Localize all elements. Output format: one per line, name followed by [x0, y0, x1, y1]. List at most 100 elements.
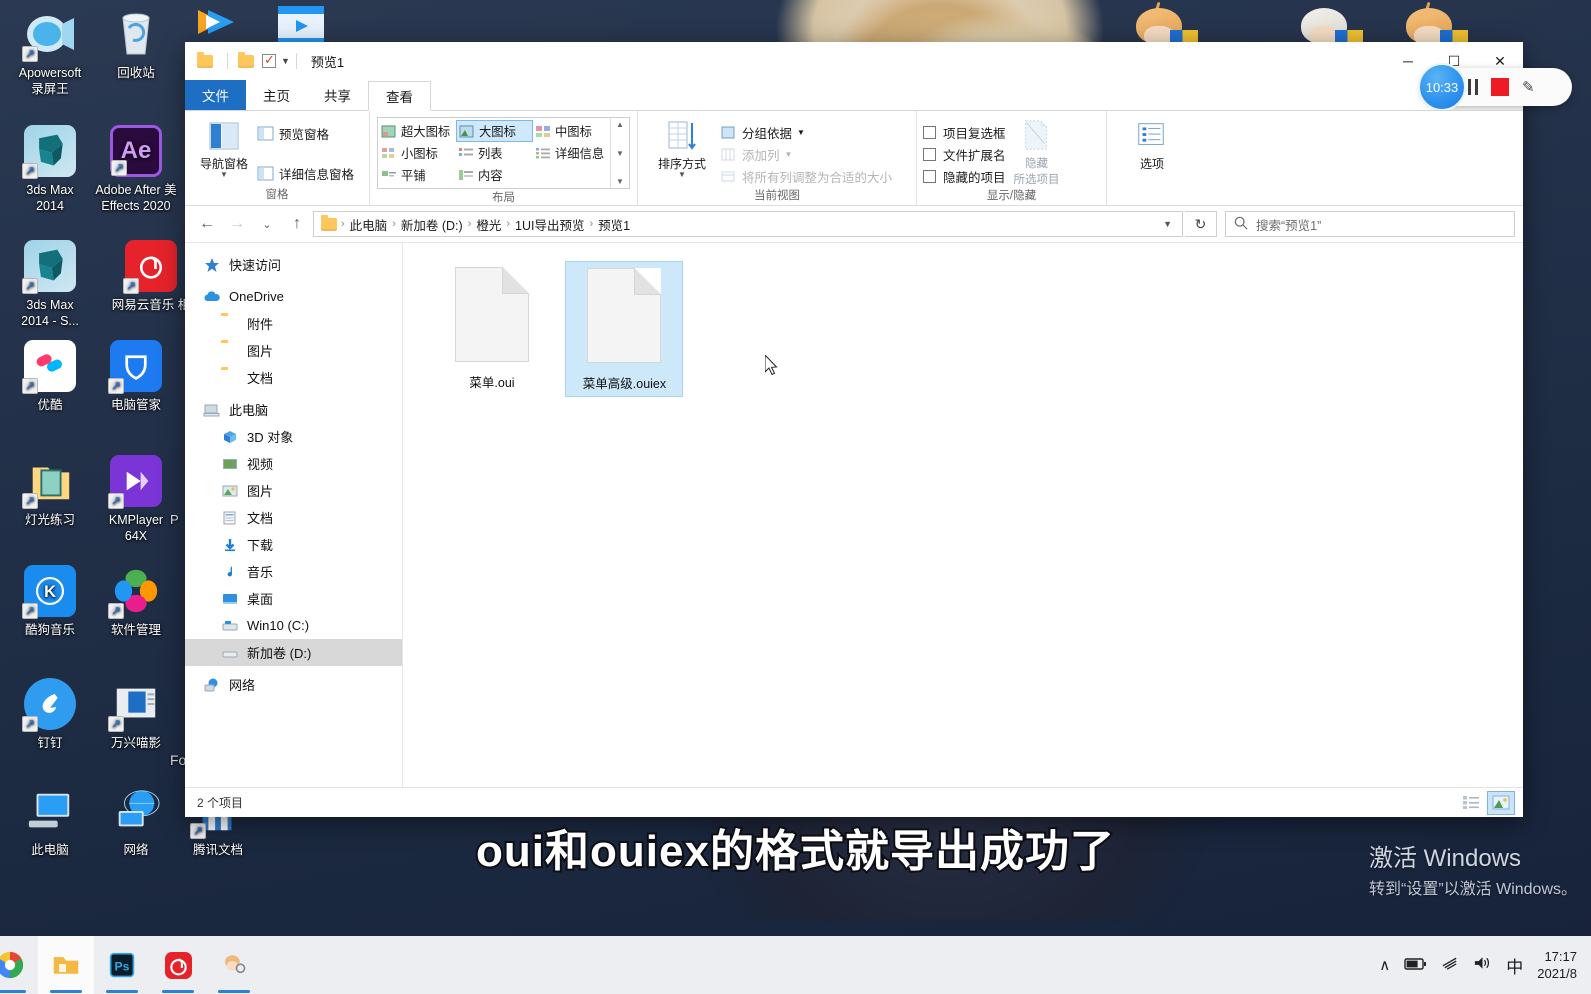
tab-share[interactable]: 共享: [307, 80, 368, 110]
desktop-icon-kugou[interactable]: K 酷狗音乐: [0, 565, 100, 638]
taskbar-chibi-app[interactable]: [206, 936, 262, 994]
tab-file[interactable]: 文件: [185, 80, 246, 110]
sort-by-button[interactable]: 排序方式 ▼: [644, 117, 720, 179]
gallery-item-medium-icons[interactable]: 中图标: [533, 120, 610, 142]
checkbox-icon[interactable]: [923, 125, 936, 139]
tab-view[interactable]: 查看: [368, 81, 431, 111]
breadcrumb-preview1[interactable]: 预览1: [594, 215, 634, 234]
gallery-expand-icon[interactable]: ▼: [616, 177, 624, 186]
up-button[interactable]: ↑: [283, 210, 311, 238]
file-item[interactable]: 菜单.oui: [433, 261, 551, 395]
chevron-down-icon[interactable]: ▼: [281, 56, 290, 66]
desktop-icon-recycle-bin[interactable]: 回收站: [86, 8, 186, 81]
tab-home[interactable]: 主页: [246, 80, 307, 110]
gallery-item-details[interactable]: 详细信息: [533, 142, 610, 164]
screen-recorder-overlay[interactable]: 10:33 ✎: [1418, 63, 1572, 111]
file-extensions-option[interactable]: 文件扩展名: [923, 143, 1006, 165]
pause-icon[interactable]: [1468, 79, 1478, 95]
desktop-icon-software-manager[interactable]: 软件管理: [86, 565, 186, 638]
youku-icon: [22, 340, 76, 394]
recent-locations-button[interactable]: ⌄: [253, 210, 281, 238]
sidebar-item-network[interactable]: 网络: [185, 671, 402, 698]
preview-pane-button[interactable]: 预览窗格: [257, 122, 354, 144]
scroll-up-icon[interactable]: ▲: [616, 120, 624, 129]
checkbox-icon[interactable]: [923, 147, 936, 161]
navigation-pane-button[interactable]: 导航窗格 ▼: [191, 117, 257, 179]
details-pane-button[interactable]: 详细信息窗格: [257, 162, 354, 184]
sidebar-item-documents-onedrive[interactable]: 文档: [185, 364, 402, 391]
desktop-icon-kmplayer[interactable]: KMPlayer 64X: [86, 455, 186, 544]
details-view-button[interactable]: [1457, 791, 1485, 815]
sidebar-item-new-volume-d[interactable]: 新加卷 (D:): [185, 639, 402, 666]
desktop-icon-filmora[interactable]: 万兴喵影: [86, 678, 186, 751]
item-checkboxes-option[interactable]: 项目复选框: [923, 121, 1006, 143]
scroll-down-icon[interactable]: ▼: [616, 149, 624, 158]
chevron-down-icon[interactable]: ▼: [1157, 219, 1178, 229]
breadcrumb-ui-export[interactable]: 1UI导出预览: [511, 215, 588, 234]
sidebar-item-this-pc[interactable]: 此电脑: [185, 396, 402, 423]
desktop-icon-lighting-practice[interactable]: 灯光练习: [0, 455, 100, 528]
desktop-icon-pc-manager[interactable]: 电脑管家: [86, 340, 186, 413]
sidebar-item-3d-objects[interactable]: 3D 对象: [185, 423, 402, 450]
options-button[interactable]: 选项: [1119, 117, 1185, 172]
hidden-items-option[interactable]: 隐藏的项目: [923, 165, 1006, 187]
taskbar-clock[interactable]: 17:17 2021/8: [1537, 948, 1577, 982]
sidebar-item-desktop[interactable]: 桌面: [185, 585, 402, 612]
breadcrumb-this-pc[interactable]: 此电脑: [346, 215, 392, 234]
search-input[interactable]: 搜索“预览1”: [1256, 215, 1321, 234]
taskbar-chrome[interactable]: [0, 936, 38, 994]
large-icons-view-button[interactable]: [1487, 790, 1515, 815]
add-column-icon: [720, 147, 737, 162]
taskbar-file-explorer[interactable]: [38, 936, 94, 994]
file-list-area[interactable]: 菜单.oui 菜单高级.ouiex: [403, 243, 1523, 787]
desktop-icon-dingtalk[interactable]: 钉钉: [0, 678, 100, 751]
breadcrumb-drive-d[interactable]: 新加卷 (D:): [397, 215, 467, 234]
gallery-scrollbar[interactable]: ▲ ▼ ▼: [610, 118, 629, 188]
file-item[interactable]: 菜单高级.ouiex: [565, 261, 684, 397]
pencil-icon[interactable]: ✎: [1522, 78, 1535, 96]
properties-checkbox-icon[interactable]: [262, 52, 276, 68]
sidebar-item-music[interactable]: 音乐: [185, 558, 402, 585]
taskbar-photoshop[interactable]: Ps: [94, 936, 150, 994]
layout-gallery[interactable]: 超大图标 小图标 平铺 大图标 列表 内容 中图标 详细信息 ▲ ▼ ▼: [377, 117, 630, 189]
gallery-item-extra-large-icons[interactable]: 超大图标: [379, 120, 456, 142]
sidebar-item-videos[interactable]: 视频: [185, 450, 402, 477]
sidebar-item-win10-c[interactable]: Win10 (C:): [185, 612, 402, 639]
breadcrumb-chengguang[interactable]: 橙光: [472, 215, 505, 234]
stop-icon[interactable]: [1491, 78, 1509, 96]
desktop-icon-after-effects[interactable]: Ae Adobe After 美 Effects 2020: [86, 125, 186, 214]
drive-icon: [221, 618, 239, 634]
sidebar-item-onedrive[interactable]: OneDrive: [185, 283, 402, 310]
new-folder-icon[interactable]: [238, 51, 258, 71]
show-hidden-icons-button[interactable]: ∧: [1379, 956, 1390, 974]
battery-icon[interactable]: [1404, 957, 1427, 974]
desktop-icon-youku[interactable]: 优酷: [0, 340, 100, 413]
wifi-icon[interactable]: [1440, 955, 1459, 975]
checkbox-icon[interactable]: [923, 169, 936, 183]
chevron-down-icon[interactable]: ▼: [797, 128, 805, 137]
taskbar-netease-music[interactable]: [150, 936, 206, 994]
sidebar-item-pictures-onedrive[interactable]: 图片: [185, 337, 402, 364]
gallery-item-large-icons[interactable]: 大图标: [456, 120, 533, 142]
gallery-item-small-icons[interactable]: 小图标: [379, 142, 456, 164]
desktop-icon-3dsmax-shortcut[interactable]: 3ds Max 2014 - S...: [0, 240, 100, 329]
search-box[interactable]: 搜索“预览1”: [1225, 211, 1515, 237]
sidebar-item-attachments[interactable]: 附件: [185, 310, 402, 337]
back-button[interactable]: ←: [193, 210, 221, 238]
ime-indicator[interactable]: 中: [1506, 953, 1523, 978]
sidebar-item-documents[interactable]: 文档: [185, 504, 402, 531]
group-by-button[interactable]: 分组依据 ▼: [720, 121, 892, 143]
volume-icon[interactable]: [1473, 955, 1492, 975]
sidebar-item-pictures[interactable]: 图片: [185, 477, 402, 504]
desktop-icon-3dsmax-2014[interactable]: 3ds Max 2014: [0, 125, 100, 214]
folder-icon[interactable]: [197, 51, 217, 71]
refresh-button[interactable]: ↻: [1185, 211, 1217, 237]
desktop-icon-apowersoft[interactable]: Apowersoft 录屏王: [0, 8, 100, 97]
address-breadcrumb-bar[interactable]: › 此电脑 › 新加卷 (D:) › 橙光 › 1UI导出预览 › 预览1 ▼: [313, 211, 1183, 237]
gallery-item-tiles[interactable]: 平铺: [379, 164, 456, 186]
system-tray: ∧ 中 17:17 2021/8: [1379, 948, 1591, 982]
gallery-item-list[interactable]: 列表: [456, 142, 533, 164]
sidebar-item-downloads[interactable]: 下载: [185, 531, 402, 558]
gallery-item-content[interactable]: 内容: [456, 164, 533, 186]
sidebar-item-quick-access[interactable]: 快速访问: [185, 251, 402, 278]
